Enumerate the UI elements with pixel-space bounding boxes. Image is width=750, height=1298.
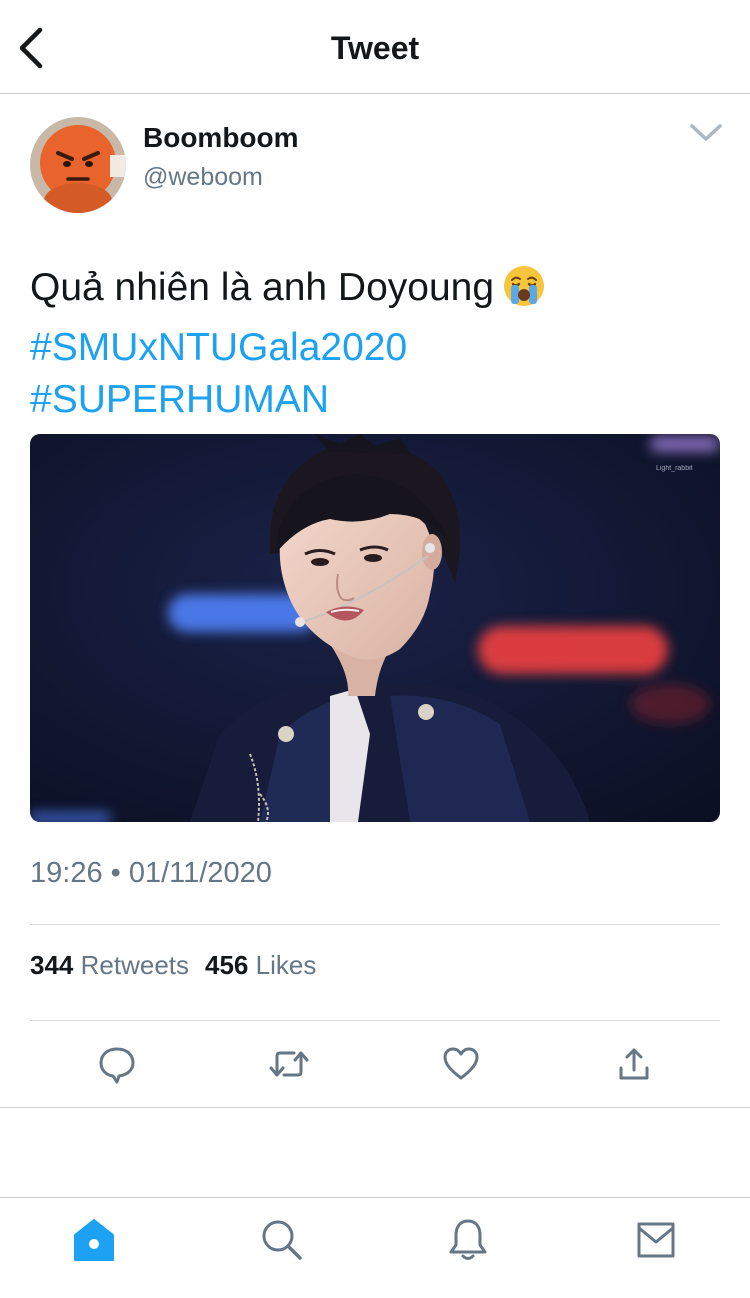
share-upload-icon [619, 1048, 649, 1080]
tweet-timestamp: 19:26 • 01/11/2020 [30, 857, 272, 889]
likes-stat[interactable]: 456 Likes [205, 950, 316, 980]
tab-home[interactable] [70, 1216, 118, 1264]
share-button[interactable] [612, 1042, 656, 1086]
loudly-crying-face-emoji [502, 264, 546, 322]
reply-button[interactable] [95, 1042, 139, 1086]
retweets-count: 344 [30, 950, 74, 980]
tweet-stats: 344 Retweets 456 Likes [30, 950, 316, 981]
tab-search[interactable] [258, 1216, 306, 1264]
divider [30, 1020, 720, 1021]
chevron-down-icon [690, 124, 722, 141]
tweet-text: Quả nhiên là anh Doyoung #SMUxNTUGala202… [30, 262, 720, 426]
tab-messages[interactable] [632, 1216, 680, 1264]
home-icon [74, 1219, 114, 1261]
bell-icon [449, 1219, 487, 1260]
speech-bubble-icon [99, 1047, 135, 1084]
tab-notifications[interactable] [444, 1216, 492, 1264]
tab-bar [0, 1197, 750, 1298]
retweets-stat[interactable]: 344 Retweets [30, 950, 189, 980]
retweet-arrows-icon [269, 1051, 309, 1077]
search-icon [262, 1220, 302, 1260]
tweet-text-line: Quả nhiên là anh Doyoung [30, 262, 720, 322]
svg-text:Light_rabbit: Light_rabbit [656, 465, 693, 472]
divider [30, 924, 720, 925]
tweet-menu-button[interactable] [688, 120, 724, 144]
retweet-button[interactable] [267, 1042, 311, 1086]
envelope-icon [637, 1222, 675, 1258]
heart-icon [443, 1047, 479, 1080]
likes-label: Likes [255, 950, 317, 980]
nav-header: Tweet [0, 0, 750, 94]
page-title: Tweet [330, 30, 420, 66]
likes-count: 456 [205, 950, 249, 980]
tweet-photo[interactable]: Light_rabbit [30, 434, 720, 822]
tweet-text-content: Quả nhiên là anh Doyoung [30, 266, 495, 309]
like-button[interactable] [439, 1042, 483, 1086]
retweets-label: Retweets [80, 950, 190, 980]
hashtag-link[interactable]: #SMUxNTUGala2020 [30, 322, 720, 374]
author-name[interactable]: Boomboom [143, 122, 299, 154]
divider [0, 1107, 750, 1108]
author-handle[interactable]: @weboom [143, 163, 263, 192]
avatar[interactable] [30, 117, 126, 213]
hashtag-link[interactable]: #SUPERHUMAN [30, 374, 720, 426]
